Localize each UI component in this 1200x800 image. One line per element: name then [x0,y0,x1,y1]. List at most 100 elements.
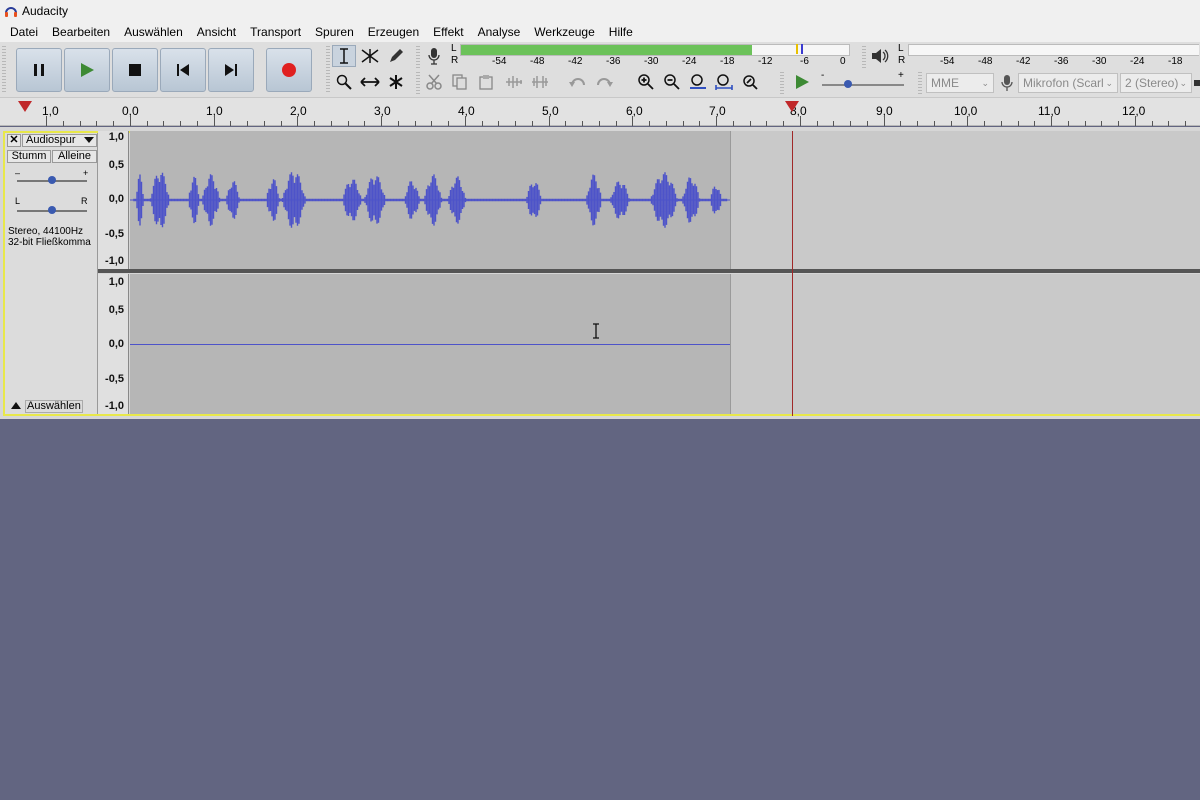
copy-icon [452,74,467,90]
skip-to-end-button[interactable] [208,48,254,92]
paste-button[interactable] [474,71,498,93]
ruler-tick [431,121,433,126]
playhead-marker-icon[interactable] [785,101,799,113]
empty-project-area[interactable] [0,419,1200,800]
pause-button[interactable] [16,48,62,92]
menu-datei[interactable]: Datei [3,22,45,42]
toolbar-grip[interactable] [780,72,784,94]
speaker-icon [872,49,889,63]
pan-slider-thumb[interactable] [48,206,56,214]
fit-selection-button[interactable] [686,71,710,93]
magnifier-icon [336,74,352,90]
record-meter-button[interactable] [422,45,446,67]
menu-effekt[interactable]: Effekt [426,22,470,42]
ruler-tick [665,121,667,126]
menu-transport[interactable]: Transport [243,22,308,42]
silence-button[interactable] [528,71,552,93]
menu-spuren[interactable]: Spuren [308,22,361,42]
toolbar-grip[interactable] [326,46,330,94]
fit-project-button[interactable] [712,71,736,93]
ruler-tick [364,121,366,126]
waveform-right-channel[interactable] [130,274,730,414]
input-device-icon-wrap [1000,74,1014,95]
ruler-tick [933,121,935,126]
track-format-info: Stereo, 44100Hz [8,226,84,237]
pause-icon [34,64,44,76]
mute-button[interactable]: Stumm [7,150,51,163]
channel-separator[interactable] [98,269,1200,273]
ruler-tick [816,121,818,126]
menu-analyse[interactable]: Analyse [471,22,528,42]
gain-minus-label: – [15,168,21,178]
envelope-icon [361,49,379,63]
record-meter-left[interactable] [460,44,850,56]
zoom-toggle-button[interactable] [738,71,762,93]
empty-track-region[interactable] [730,274,1200,414]
ruler-tick [213,116,215,126]
multi-tool-button[interactable] [384,71,408,93]
audio-host-select[interactable]: MME ⌄ [926,73,994,93]
selection-tool-button[interactable] [332,45,356,67]
timeline-ruler[interactable]: 1,0 0,0 1,0 2,0 3,0 4,0 5,0 6,0 7,0 8,0 … [0,98,1200,126]
track-menu-button[interactable]: Audiospur [22,134,97,147]
vertical-scale-left[interactable]: 1,0 0,5 0,0 -0,5 -1,0 [98,131,129,269]
waveform-left-channel[interactable] [130,131,730,269]
toolbar-grip[interactable] [862,46,866,68]
ruler-tick [297,116,299,126]
zoom-toggle-icon [743,75,758,90]
ruler-tick [850,121,851,126]
close-track-button[interactable]: ✕ [7,134,21,147]
close-icon: ✕ [9,134,19,146]
input-channels-select[interactable]: 2 (Stereo) ⌄ [1120,73,1192,93]
playback-meter[interactable] [908,44,1199,56]
menu-werkzeuge[interactable]: Werkzeuge [527,22,601,42]
gain-slider-thumb[interactable] [48,176,56,184]
record-meter-peak [796,44,798,54]
trim-button[interactable] [502,71,526,93]
play-at-speed-button[interactable] [790,71,814,93]
toolbar-grip[interactable] [416,46,420,68]
pan-right-label: R [81,196,88,206]
ruler-tick [515,121,516,126]
input-device-select[interactable]: Mikrofon (Scarl ⌄ [1018,73,1118,93]
undo-icon [569,78,585,87]
record-button[interactable] [266,48,312,92]
ruler-tick [464,116,466,126]
copy-button[interactable] [448,71,472,93]
zoom-out-button[interactable] [660,71,684,93]
cut-button[interactable] [422,71,446,93]
playback-meter-button[interactable] [868,45,892,67]
draw-tool-button[interactable] [384,45,408,67]
menu-erzeugen[interactable]: Erzeugen [361,22,426,42]
menu-bearbeiten[interactable]: Bearbeiten [45,22,117,42]
time-shift-tool-button[interactable] [358,71,382,93]
skip-to-start-button[interactable] [160,48,206,92]
play-speed-slider[interactable]: - + [818,70,908,94]
slider-thumb[interactable] [844,80,852,88]
zoom-tool-button[interactable] [332,71,356,93]
vertical-scale-right[interactable]: 1,0 0,5 0,0 -0,5 -1,0 [98,274,129,414]
pencil-icon [390,49,403,62]
toolbar-grip[interactable] [2,46,6,94]
empty-track-region[interactable] [730,131,1200,269]
output-device-icon [1194,80,1200,86]
play-button[interactable] [64,48,110,92]
ruler-tick [314,121,315,126]
redo-button[interactable] [592,71,616,93]
ruler-tick [783,121,784,126]
menu-auswaehlen[interactable]: Auswählen [117,22,190,42]
stop-button[interactable] [112,48,158,92]
waveform-right-flatline [130,344,730,345]
skip-start-icon [177,64,189,76]
solo-button[interactable]: Alleine [52,150,97,163]
menu-hilfe[interactable]: Hilfe [602,22,640,42]
menu-ansicht[interactable]: Ansicht [190,22,243,42]
select-track-button[interactable]: Auswählen [7,399,83,413]
toolbar-grip[interactable] [918,72,922,94]
zoom-in-button[interactable] [634,71,658,93]
envelope-tool-button[interactable] [358,45,382,67]
toolbar-grip[interactable] [416,72,420,94]
ruler-tick [1101,121,1103,126]
record-meter-scale-labels: -54 -48 -42 -36 -30 -24 -18 -12 -6 0 [492,56,846,67]
undo-button[interactable] [566,71,590,93]
